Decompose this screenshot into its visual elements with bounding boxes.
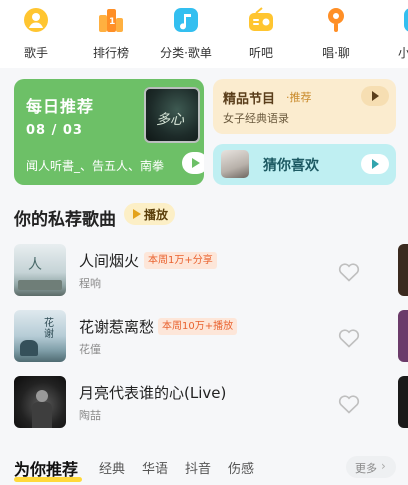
play-all-button[interactable]: 播放 [124, 203, 175, 225]
nav-item-category[interactable]: 分类·歌单 [154, 6, 218, 64]
tab-classic[interactable]: 经典 [99, 458, 125, 477]
next-card-peek [398, 244, 408, 296]
song-row[interactable]: 花谢 花谢惹离愁 本周10万+播放 花僮 [0, 310, 408, 372]
favorite-heart-icon[interactable] [338, 262, 360, 282]
active-tab-underline [14, 477, 82, 482]
song-tag: 本周10万+播放 [158, 318, 238, 335]
nav-label-sing-chat: 唱·聊 [322, 46, 350, 60]
boutique-title: 精品节目 [223, 92, 276, 107]
nav-label-listen: 听吧 [248, 46, 273, 60]
boutique-play-button[interactable] [361, 86, 389, 106]
next-card-peek [398, 310, 408, 362]
microphone-icon [322, 6, 350, 34]
tab-sad[interactable]: 伤感 [228, 458, 254, 477]
guess-avatar [221, 150, 249, 178]
boutique-tag: ·推荐 [286, 91, 312, 104]
play-all-label: 播放 [144, 208, 169, 222]
nav-label-category: 分类·歌单 [160, 46, 212, 60]
tab-douyin[interactable]: 抖音 [185, 458, 211, 477]
play-icon [133, 209, 141, 219]
nav-item-singer[interactable]: 歌手 [4, 6, 68, 64]
music-note-icon [172, 6, 200, 34]
chevron-right-icon: › [381, 459, 386, 473]
song-cover-image: 人 [14, 244, 66, 296]
nav-item-sing-chat[interactable]: 唱·聊 [304, 6, 368, 64]
song-title: 花谢惹离愁 [79, 318, 155, 336]
daily-date: 08 / 03 [26, 123, 83, 138]
song-title: 月亮代表谁的心(Live) [79, 384, 227, 402]
partial-icon [390, 6, 408, 34]
guess-title: 猜你喜欢 [263, 158, 319, 174]
song-cover-image: 花谢 [14, 310, 66, 362]
song-artist: 陶喆 [79, 409, 101, 422]
daily-recommend-card[interactable]: 每日推荐 08 / 03 多心 闻人听書_、告五人、南拳 [14, 79, 204, 185]
daily-title: 每日推荐 [26, 97, 95, 116]
nav-item-listen[interactable]: 听吧 [229, 6, 293, 64]
tab-chinese[interactable]: 华语 [142, 458, 168, 477]
guess-you-like-card[interactable]: 猜你喜欢 [213, 144, 396, 185]
daily-cover-image: 多心 [144, 87, 200, 143]
nav-label-partial: 小 [397, 46, 408, 60]
song-cover-image [14, 376, 66, 428]
recommend-tabs: 为你推荐 经典 华语 抖音 伤感 更多 › [0, 448, 408, 485]
next-card-peek [398, 376, 408, 428]
nav-label-ranking: 排行榜 [92, 46, 129, 60]
daily-cover-text: 多心 [156, 112, 184, 128]
song-artist: 花僮 [79, 343, 101, 356]
nav-label-singer: 歌手 [23, 46, 48, 60]
more-button[interactable]: 更多 › [346, 456, 396, 478]
nav-item-partial[interactable]: 小 [372, 6, 408, 64]
boutique-program-card[interactable]: 精品节目 ·推荐 女子经典语录 [213, 79, 396, 134]
nav-item-ranking[interactable]: 1 排行榜 [79, 6, 143, 64]
category-nav: 歌手 1 排行榜 分类·歌单 听吧 唱·聊 小 [0, 0, 408, 68]
svg-text:1: 1 [109, 17, 115, 27]
daily-play-button[interactable] [182, 152, 204, 174]
radio-icon [247, 6, 275, 34]
song-title: 人间烟火 [79, 252, 140, 270]
singer-icon [22, 6, 50, 34]
boutique-subtitle: 女子经典语录 [223, 112, 289, 125]
private-songs-heading: 你的私荐歌曲 [14, 210, 116, 230]
chart-rank-icon: 1 [97, 6, 125, 34]
more-label: 更多 [355, 462, 377, 475]
favorite-heart-icon[interactable] [338, 328, 360, 348]
song-row[interactable]: 月亮代表谁的心(Live) 陶喆 [0, 376, 408, 438]
song-artist: 程响 [79, 277, 101, 290]
daily-subtitle: 闻人听書_、告五人、南拳 [26, 159, 165, 173]
song-row[interactable]: 人 人间烟火 本周1万+分享 程响 [0, 244, 408, 306]
song-tag: 本周1万+分享 [144, 252, 217, 269]
favorite-heart-icon[interactable] [338, 394, 360, 414]
guess-play-button[interactable] [361, 154, 389, 174]
